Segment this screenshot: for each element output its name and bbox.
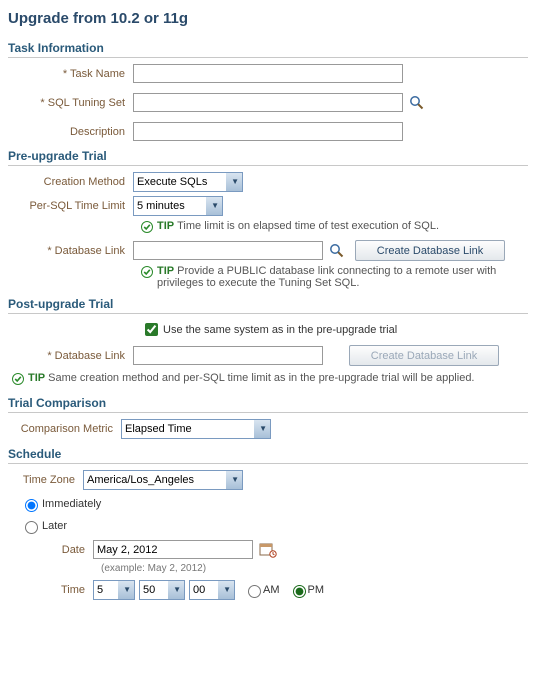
- dblink-input[interactable]: [133, 241, 323, 260]
- tip-text: Time limit is on elapsed time of test ex…: [177, 220, 439, 232]
- tz-label: Time Zone: [8, 474, 83, 486]
- tip-text: Same creation method and per-SQL time li…: [48, 372, 474, 384]
- sts-input[interactable]: [133, 93, 403, 112]
- hour-select[interactable]: 5: [93, 580, 135, 600]
- minute-select[interactable]: 50: [139, 580, 185, 600]
- create-dblink-button[interactable]: Create Database Link: [355, 240, 505, 261]
- search-icon[interactable]: [329, 243, 345, 259]
- immediately-radio[interactable]: [25, 499, 38, 512]
- tip-label: TIP: [157, 220, 174, 232]
- check-icon: [141, 221, 153, 236]
- task-name-label: * Task Name: [18, 68, 133, 80]
- pm-radio-wrap[interactable]: PM: [288, 582, 325, 598]
- post-dblink-input[interactable]: [133, 346, 323, 365]
- time-label: Time: [18, 584, 93, 596]
- section-comparison: Trial Comparison: [8, 396, 528, 413]
- pm-radio[interactable]: [293, 585, 306, 598]
- tz-select[interactable]: America/Los_Angeles: [83, 470, 243, 490]
- later-label: Later: [42, 520, 67, 532]
- same-system-label: Use the same system as in the pre-upgrad…: [163, 324, 397, 336]
- later-radio[interactable]: [25, 521, 38, 534]
- same-system-checkbox[interactable]: [145, 323, 158, 336]
- check-icon: [12, 373, 24, 388]
- section-schedule: Schedule: [8, 447, 528, 464]
- creation-method-select[interactable]: Execute SQLs: [133, 172, 243, 192]
- description-label: Description: [18, 126, 133, 138]
- calendar-icon[interactable]: [259, 542, 277, 558]
- sts-label: * SQL Tuning Set: [18, 97, 133, 109]
- date-input[interactable]: [93, 540, 253, 559]
- section-pre-upgrade: Pre-upgrade Trial: [8, 149, 528, 166]
- search-icon[interactable]: [409, 95, 425, 111]
- tip-label: TIP: [28, 372, 45, 384]
- post-create-dblink-button: Create Database Link: [349, 345, 499, 366]
- am-radio-wrap[interactable]: AM: [243, 582, 280, 598]
- post-dblink-label: * Database Link: [18, 350, 133, 362]
- per-sql-limit-select[interactable]: 5 minutes: [133, 196, 223, 216]
- am-label: AM: [263, 584, 280, 596]
- tip-text: Provide a PUBLIC database link connectin…: [157, 265, 496, 289]
- metric-label: Comparison Metric: [8, 423, 121, 435]
- date-label: Date: [18, 544, 93, 556]
- am-radio[interactable]: [248, 585, 261, 598]
- section-task-info: Task Information: [8, 41, 528, 58]
- page-title: Upgrade from 10.2 or 11g: [8, 10, 528, 27]
- immediately-label: Immediately: [42, 498, 101, 510]
- section-post-upgrade: Post-upgrade Trial: [8, 297, 528, 314]
- metric-select[interactable]: Elapsed Time: [121, 419, 271, 439]
- tip-label: TIP: [157, 265, 174, 277]
- pm-label: PM: [308, 584, 325, 596]
- creation-method-label: Creation Method: [18, 176, 133, 188]
- check-icon: [141, 266, 153, 281]
- task-name-input[interactable]: [133, 64, 403, 83]
- second-select[interactable]: 00: [189, 580, 235, 600]
- description-input[interactable]: [133, 122, 403, 141]
- per-sql-limit-label: Per-SQL Time Limit: [18, 200, 133, 212]
- date-example: (example: May 2, 2012): [8, 563, 528, 574]
- dblink-label: * Database Link: [18, 245, 133, 257]
